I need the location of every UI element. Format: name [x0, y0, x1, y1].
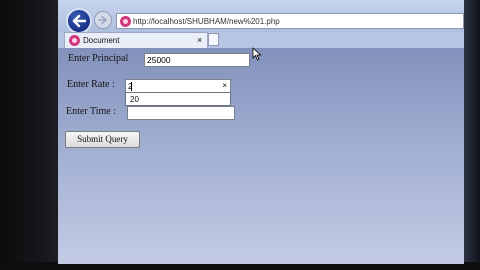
tab-strip: Document ×: [58, 32, 464, 48]
mouse-pointer-icon: [252, 47, 262, 61]
tab-title: Document: [83, 36, 120, 45]
back-arrow-icon: [72, 14, 87, 28]
tab-icon: [69, 35, 80, 46]
navigation-bar: http://localhost/SHUBHAM/new%201.php: [58, 0, 464, 34]
tab-document[interactable]: Document ×: [64, 32, 208, 48]
text-caret: [131, 82, 132, 91]
autocomplete-dropdown: 20: [125, 92, 231, 106]
url-text: http://localhost/SHUBHAM/new%201.php: [133, 17, 280, 26]
principal-label: Enter Principal: [68, 53, 129, 64]
new-tab-button[interactable]: [208, 33, 219, 46]
time-input[interactable]: [127, 106, 235, 120]
screen-edge: [464, 0, 480, 270]
browser-window: http://localhost/SHUBHAM/new%201.php Doc…: [58, 0, 464, 264]
principal-input[interactable]: 25000: [144, 53, 250, 67]
rate-label: Enter Rate :: [67, 79, 115, 90]
forward-button[interactable]: [94, 11, 112, 29]
clear-icon[interactable]: ×: [222, 80, 227, 92]
submit-button[interactable]: Submit Query: [65, 131, 140, 148]
rate-input[interactable]: 2 ×: [125, 79, 231, 93]
autocomplete-option[interactable]: 20: [130, 94, 139, 105]
principal-value: 25000: [147, 55, 171, 65]
address-bar[interactable]: http://localhost/SHUBHAM/new%201.php: [116, 13, 464, 29]
time-label: Enter Time :: [66, 106, 117, 117]
site-icon: [120, 16, 131, 27]
tab-close-icon[interactable]: ×: [197, 34, 202, 47]
screen-bezel: [0, 0, 58, 270]
back-button[interactable]: [66, 8, 92, 34]
forward-arrow-icon: [98, 15, 107, 25]
